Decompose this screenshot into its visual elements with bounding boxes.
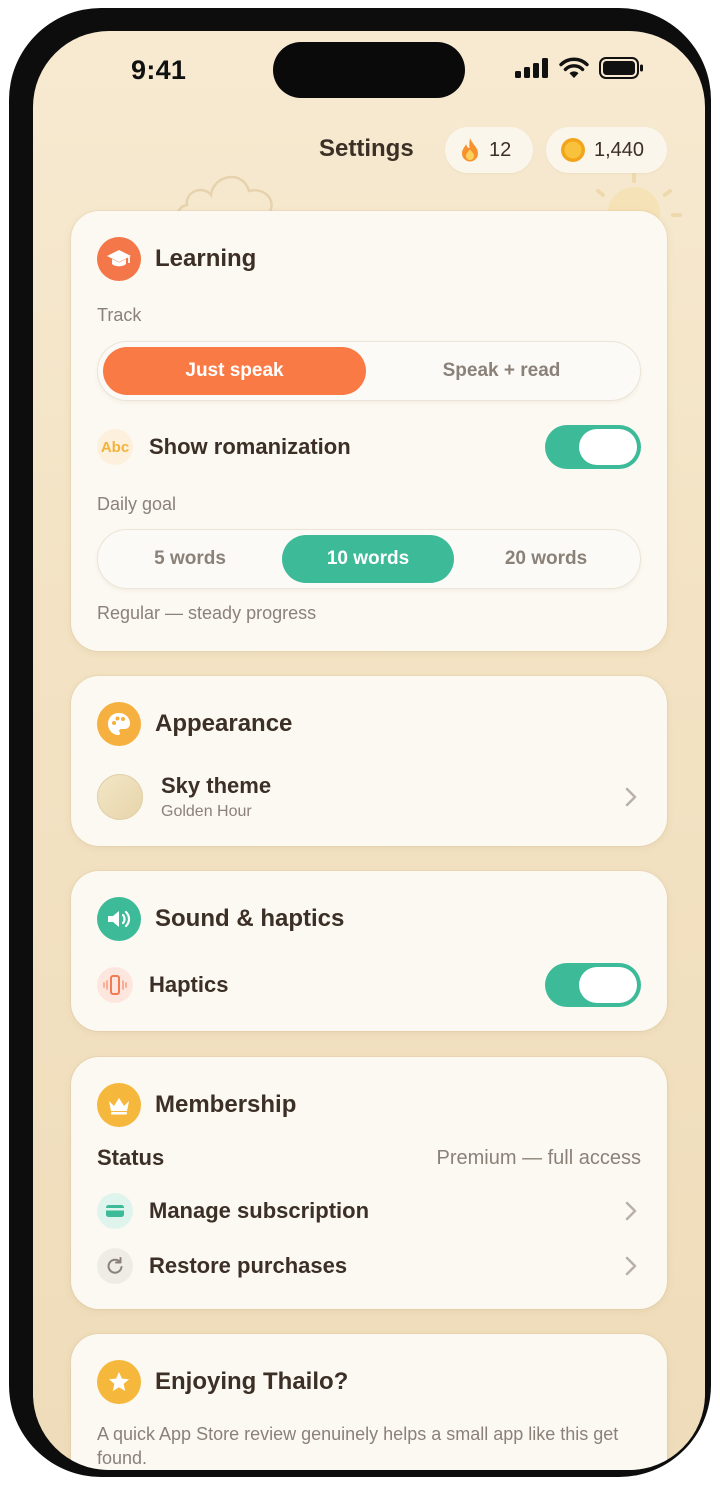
appearance-header: Appearance: [97, 702, 292, 746]
status-time: 9:41: [131, 55, 187, 85]
chevron-right-icon: [625, 1201, 637, 1221]
learning-card: Learning Track Just speak Speak + read A…: [71, 211, 667, 651]
dynamic-island: [273, 42, 465, 98]
app-screen: 9:41 Settings 12 1,440 Learning Track Ju…: [33, 31, 705, 1470]
speaker-icon: [108, 910, 131, 928]
sky-theme-swatch: [97, 774, 143, 820]
haptics-row: Haptics: [97, 963, 641, 1007]
sky-theme-value: Golden Hour: [161, 803, 252, 820]
haptics-icon-wrap: [97, 967, 133, 1003]
top-header: Settings 12 1,440: [33, 127, 705, 175]
palette-icon: [108, 713, 130, 735]
membership-title: Membership: [155, 1091, 297, 1118]
goal-option-5[interactable]: 5 words: [103, 535, 277, 583]
toggle-knob: [579, 967, 637, 1003]
track-option-speak-read[interactable]: Speak + read: [370, 347, 633, 395]
learning-header: Learning: [97, 237, 256, 281]
learning-title: Learning: [155, 245, 257, 272]
appearance-card: Appearance Sky theme Golden Hour: [71, 676, 667, 846]
credit-card-icon: [106, 1205, 124, 1217]
sky-theme-label: Sky theme: [161, 773, 272, 798]
review-header: Enjoying Thailo?: [97, 1360, 348, 1404]
manage-subscription-row[interactable]: Manage subscription: [97, 1189, 641, 1233]
restore-purchases-label: Restore purchases: [149, 1253, 348, 1278]
haptics-label: Haptics: [149, 972, 229, 997]
sky-theme-row[interactable]: Sky theme Golden Hour: [97, 770, 641, 824]
credit-card-icon-wrap: [97, 1193, 133, 1229]
appearance-title: Appearance: [155, 710, 293, 737]
daily-goal-label: Daily goal: [97, 494, 177, 514]
track-option-just-speak[interactable]: Just speak: [103, 347, 366, 395]
sound-card: Sound & haptics Haptics: [71, 871, 667, 1031]
daily-goal-segmented-control: 5 words 10 words 20 words: [97, 529, 641, 589]
phone-frame: 9:41 Settings 12 1,440 Learning Track Ju…: [9, 8, 711, 1477]
streak-counter[interactable]: 12: [445, 127, 533, 173]
abc-icon: Abc: [100, 438, 130, 456]
status-label: Status: [97, 1145, 165, 1170]
goal-option-20[interactable]: 20 words: [459, 535, 633, 583]
haptics-toggle[interactable]: [545, 963, 641, 1007]
streak-value: 12: [489, 138, 512, 161]
coin-icon: [561, 138, 585, 162]
sound-title: Sound & haptics: [155, 905, 345, 932]
appearance-badge: [97, 702, 141, 746]
chevron-right-icon: [625, 1256, 637, 1276]
battery-icon: [599, 57, 643, 79]
review-title: Enjoying Thailo?: [155, 1368, 349, 1395]
review-badge: [97, 1360, 141, 1404]
review-card: Enjoying Thailo? A quick App Store revie…: [71, 1334, 667, 1470]
sound-header: Sound & haptics: [97, 897, 344, 941]
track-segmented-control: Just speak Speak + read: [97, 341, 641, 401]
coin-counter[interactable]: 1,440: [546, 127, 667, 173]
sky-theme-text: Sky theme Golden Hour: [161, 773, 271, 821]
membership-header: Membership: [97, 1083, 296, 1127]
phone-vibrate-icon: [103, 975, 127, 995]
refresh-icon-wrap: [97, 1248, 133, 1284]
goal-note: Regular — steady progress: [97, 603, 317, 623]
status-icons: [515, 57, 645, 79]
manage-subscription-label: Manage subscription: [149, 1198, 370, 1223]
romanization-toggle[interactable]: [545, 425, 641, 469]
status-value: Premium — full access: [436, 1147, 642, 1169]
track-label: Track: [97, 305, 142, 325]
toggle-knob: [579, 429, 637, 465]
wifi-icon: [559, 57, 589, 78]
page-title: Settings: [319, 135, 414, 162]
sound-badge: [97, 897, 141, 941]
star-icon: [109, 1372, 129, 1391]
flame-icon: [462, 138, 478, 162]
crown-icon: [109, 1098, 129, 1115]
romanization-row: Abc Show romanization: [97, 425, 641, 469]
romanization-label: Show romanization: [149, 434, 351, 459]
membership-badge: [97, 1083, 141, 1127]
membership-card: Membership Status Premium — full access …: [71, 1057, 667, 1309]
restore-purchases-row[interactable]: Restore purchases: [97, 1244, 641, 1288]
refresh-icon: [107, 1257, 123, 1274]
romanization-icon: Abc: [97, 429, 133, 465]
learning-badge: [97, 237, 141, 281]
goal-option-10[interactable]: 10 words: [282, 535, 454, 583]
review-text: A quick App Store review genuinely helps…: [97, 1424, 619, 1468]
chevron-right-icon: [625, 787, 637, 807]
graduation-cap-icon: [107, 250, 131, 267]
coin-value: 1,440: [594, 138, 645, 161]
cellular-signal-icon: [515, 58, 548, 78]
